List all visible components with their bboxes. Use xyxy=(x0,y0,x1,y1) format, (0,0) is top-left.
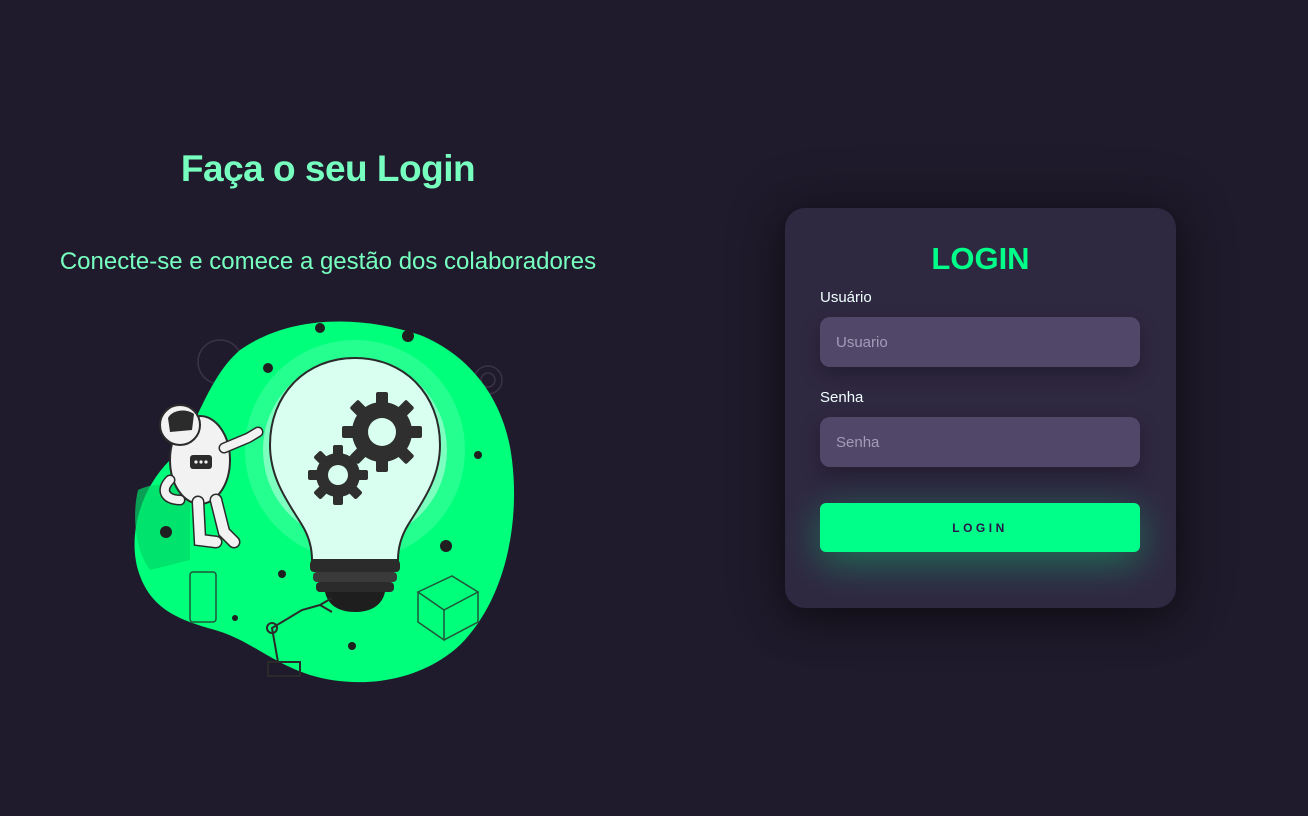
password-input[interactable] xyxy=(820,417,1140,467)
astronaut-lightbulb-illustration xyxy=(134,321,515,683)
login-page: Faça o seu Login Conecte-se e comece a g… xyxy=(0,0,1308,816)
username-input[interactable] xyxy=(820,317,1140,367)
hero-section: Faça o seu Login Conecte-se e comece a g… xyxy=(0,0,660,816)
page-subtitle: Conecte-se e comece a gestão dos colabor… xyxy=(59,248,597,275)
username-label: Usuário xyxy=(820,289,872,306)
password-label: Senha xyxy=(820,389,864,406)
login-button[interactable]: LOGIN xyxy=(820,503,1140,552)
login-card-title: LOGIN xyxy=(931,241,1030,276)
login-card: LOGIN Usuário Senha LOGIN xyxy=(785,208,1176,608)
page-title: Faça o seu Login xyxy=(180,148,476,189)
